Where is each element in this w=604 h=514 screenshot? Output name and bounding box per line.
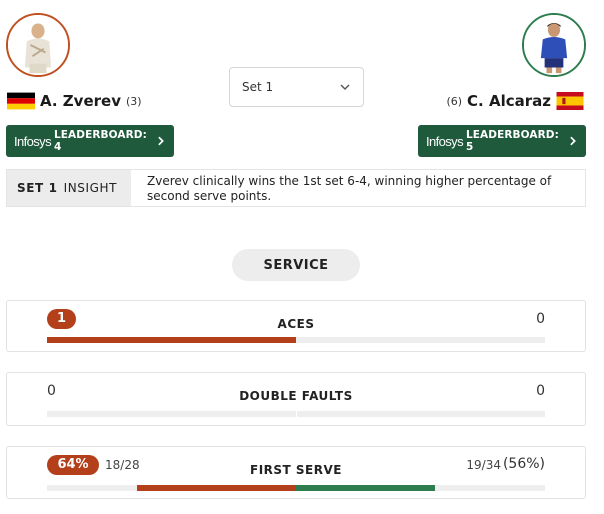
chevron-right-icon [570, 136, 577, 146]
stat-bar [47, 411, 545, 417]
leaderboard-button-left[interactable]: Infosys LEADERBOARD: 4 [6, 125, 174, 157]
stat-right-value: 0 [536, 383, 545, 399]
player-seed: (6) [446, 94, 463, 108]
insight-text: Zverev clinically wins the 1st set 6-4, … [147, 174, 552, 203]
stat-row-first-serve: 64% 18/28 FIRST SERVE 19/34 (56%) [6, 446, 586, 499]
chevron-down-icon [340, 84, 350, 90]
stat-right-value: (56%) [502, 456, 545, 472]
stat-bar-left-fill [47, 337, 296, 343]
stat-bar [47, 485, 545, 491]
stat-row-aces: 1 ACES 0 [6, 300, 586, 352]
insight-label-text: INSIGHT [63, 181, 118, 195]
leaderboard-label: LEADERBOARD: 5 [465, 129, 559, 153]
player-seed: (3) [125, 94, 142, 108]
player-avatar-right [522, 13, 586, 77]
set-selector-value: Set 1 [242, 80, 274, 94]
section-title-service: SERVICE [232, 249, 360, 281]
set-insight: SET 1 INSIGHT Zverev clinically wins the… [6, 169, 586, 207]
insight-set-label: SET 1 [17, 181, 58, 195]
stat-bar [47, 337, 545, 343]
spain-flag-icon [556, 92, 584, 110]
player-name-left: A. Zverev (3) [7, 92, 142, 110]
stat-right-sub: 19/34 [466, 458, 501, 472]
stat-label: ACES [277, 317, 315, 331]
leaderboard-label: LEADERBOARD: 4 [53, 129, 147, 153]
player-avatar-left [6, 13, 70, 77]
germany-flag-icon [7, 92, 35, 110]
infosys-logo: Infosys [14, 133, 52, 149]
stat-label: DOUBLE FAULTS [239, 389, 353, 403]
stat-bar-divider [296, 411, 297, 417]
player-name-right: (6) C. Alcaraz [446, 92, 584, 110]
leaderboard-button-right[interactable]: Infosys LEADERBOARD: 5 [418, 125, 586, 157]
stat-bar-left-fill [137, 485, 296, 491]
stat-row-double-faults: 0 DOUBLE FAULTS 0 [6, 372, 586, 426]
player-name-text[interactable]: A. Zverev [40, 92, 121, 110]
chevron-right-icon [158, 136, 165, 146]
set-selector-dropdown[interactable]: Set 1 [229, 67, 364, 107]
stat-right-value: 0 [536, 311, 545, 327]
infosys-logo: Infosys [426, 133, 464, 149]
stat-bar-right-fill [296, 485, 435, 491]
player-name-text[interactable]: C. Alcaraz [467, 92, 551, 110]
insight-label: SET 1 INSIGHT [7, 170, 131, 206]
